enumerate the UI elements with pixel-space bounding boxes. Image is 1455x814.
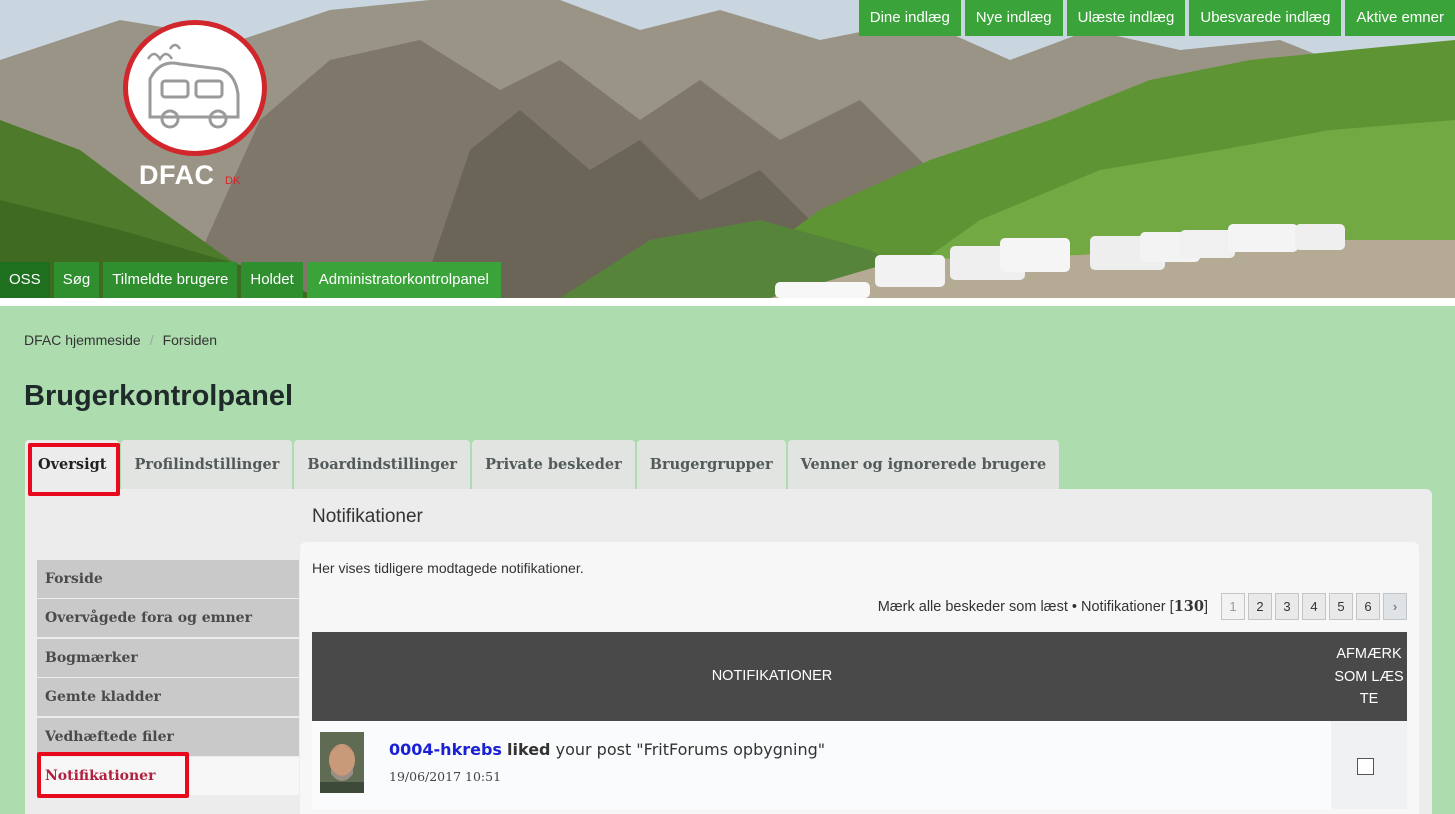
section-title: Notifikationer (312, 506, 423, 527)
notification-count-label: Notifikationer (1081, 599, 1166, 615)
notification-verb: liked (507, 740, 551, 759)
header-notifikationer: NOTIFIKATIONER (711, 668, 833, 684)
nav-ulaeste-indlaeg[interactable]: Ulæste indlæg (1066, 0, 1186, 36)
side-item-vedhaeftede-filer[interactable]: Vedhæftede filer (37, 717, 299, 756)
breadcrumb-separator: / (149, 332, 154, 348)
mark-all-read-link[interactable]: Mærk alle beskeder som læst (878, 599, 1068, 615)
side-menu: Forside Overvågede fora og emner Bogmærk… (37, 560, 299, 796)
mark-read-checkbox[interactable] (1357, 758, 1374, 775)
avatar[interactable] (320, 732, 364, 793)
page-3[interactable]: 3 (1275, 593, 1299, 620)
notification-post-link[interactable]: your post "FritForums opbygning" (556, 740, 826, 759)
header-banner: DFAC DK Dine indlæg Nye indlæg Ulæste in… (0, 0, 1455, 298)
table-header: NOTIFIKATIONER AFMÆRK SOM LÆSTE (312, 632, 1407, 721)
notification-text: 0004-hkrebs liked your post "FritForums … (389, 740, 825, 759)
nav-administratorkontrolpanel[interactable]: Administratorkontrolpanel (306, 262, 501, 298)
next-page-icon[interactable]: › (1383, 593, 1407, 620)
tab-profilindstillinger[interactable]: Profilindstillinger (121, 440, 293, 489)
tab-brugergrupper[interactable]: Brugergrupper (636, 440, 786, 489)
notifications-table: NOTIFIKATIONER AFMÆRK SOM LÆSTE 0004-hkr… (312, 632, 1407, 809)
notification-user-link[interactable]: 0004-hkrebs (389, 740, 502, 759)
nav-nye-indlaeg[interactable]: Nye indlæg (964, 0, 1063, 36)
ucp-tabs: Oversigt Profilindstillinger Boardindsti… (25, 440, 1060, 489)
section-description: Her vises tidligere modtagede notifikati… (312, 560, 584, 576)
nav-tilmeldte-brugere[interactable]: Tilmeldte brugere (103, 262, 238, 298)
pagination-info: Mærk alle beskeder som læst • Notifikati… (877, 598, 1208, 615)
notification-time: 19/06/2017 10:51 (389, 769, 502, 784)
page-1: 1 (1221, 593, 1245, 620)
breadcrumb-forsiden[interactable]: Forsiden (163, 332, 217, 348)
logo-text: DFAC (139, 160, 215, 190)
camper-icon (146, 43, 240, 129)
page-6[interactable]: 6 (1356, 593, 1380, 620)
side-item-notifikationer[interactable]: Notifikationer (37, 756, 299, 795)
breadcrumb: DFAC hjemmeside / Forsiden (24, 332, 217, 348)
notification-count: 130 (1173, 598, 1204, 615)
page-4[interactable]: 4 (1302, 593, 1326, 620)
nav-oss[interactable]: OSS (0, 262, 50, 298)
bottom-navigation: OSS Søg Tilmeldte brugere Holdet Adminis… (0, 262, 501, 298)
bullet-separator: • (1071, 599, 1077, 615)
side-item-overvaagede[interactable]: Overvågede fora og emner (37, 599, 299, 638)
nav-soeg[interactable]: Søg (53, 262, 100, 298)
breadcrumb-home[interactable]: DFAC hjemmeside (24, 332, 141, 348)
notifications-panel: Her vises tidligere modtagede notifikati… (300, 542, 1419, 814)
side-item-forside[interactable]: Forside (37, 560, 299, 598)
tab-boardindstillinger[interactable]: Boardindstillinger (294, 440, 471, 489)
main-content: DFAC hjemmeside / Forsiden Brugerkontrolpa… (0, 306, 1455, 814)
tab-venner-og-ignorerede[interactable]: Venner og ignorerede brugere (787, 440, 1060, 489)
tab-private-beskeder[interactable]: Private beskeder (472, 440, 635, 489)
logo-subtext: DK (225, 175, 241, 187)
header-afmaerk-som-laeste: AFMÆRK SOM LÆSTE (1334, 646, 1404, 707)
mark-read-cell (1331, 721, 1407, 809)
side-item-bogmaerker[interactable]: Bogmærker (37, 638, 299, 677)
nav-ubesvarede-indlaeg[interactable]: Ubesvarede indlæg (1189, 0, 1342, 36)
tab-oversigt[interactable]: Oversigt (25, 440, 120, 489)
top-navigation: Dine indlæg Nye indlæg Ulæste indlæg Ube… (858, 0, 1455, 36)
side-item-gemte-kladder[interactable]: Gemte kladder (37, 678, 299, 717)
nav-aktive-emner[interactable]: Aktive emner (1345, 0, 1455, 36)
nav-dine-indlaeg[interactable]: Dine indlæg (858, 0, 961, 36)
pagination-row: Mærk alle beskeder som læst • Notifikati… (878, 593, 1407, 620)
page-title: Brugerkontrolpanel (24, 380, 294, 412)
user-photo (320, 732, 364, 793)
table-row: 0004-hkrebs liked your post "FritForums … (312, 721, 1407, 809)
page-5[interactable]: 5 (1329, 593, 1353, 620)
page-2[interactable]: 2 (1248, 593, 1272, 620)
nav-holdet[interactable]: Holdet (241, 262, 303, 298)
dfac-logo[interactable] (123, 20, 267, 156)
